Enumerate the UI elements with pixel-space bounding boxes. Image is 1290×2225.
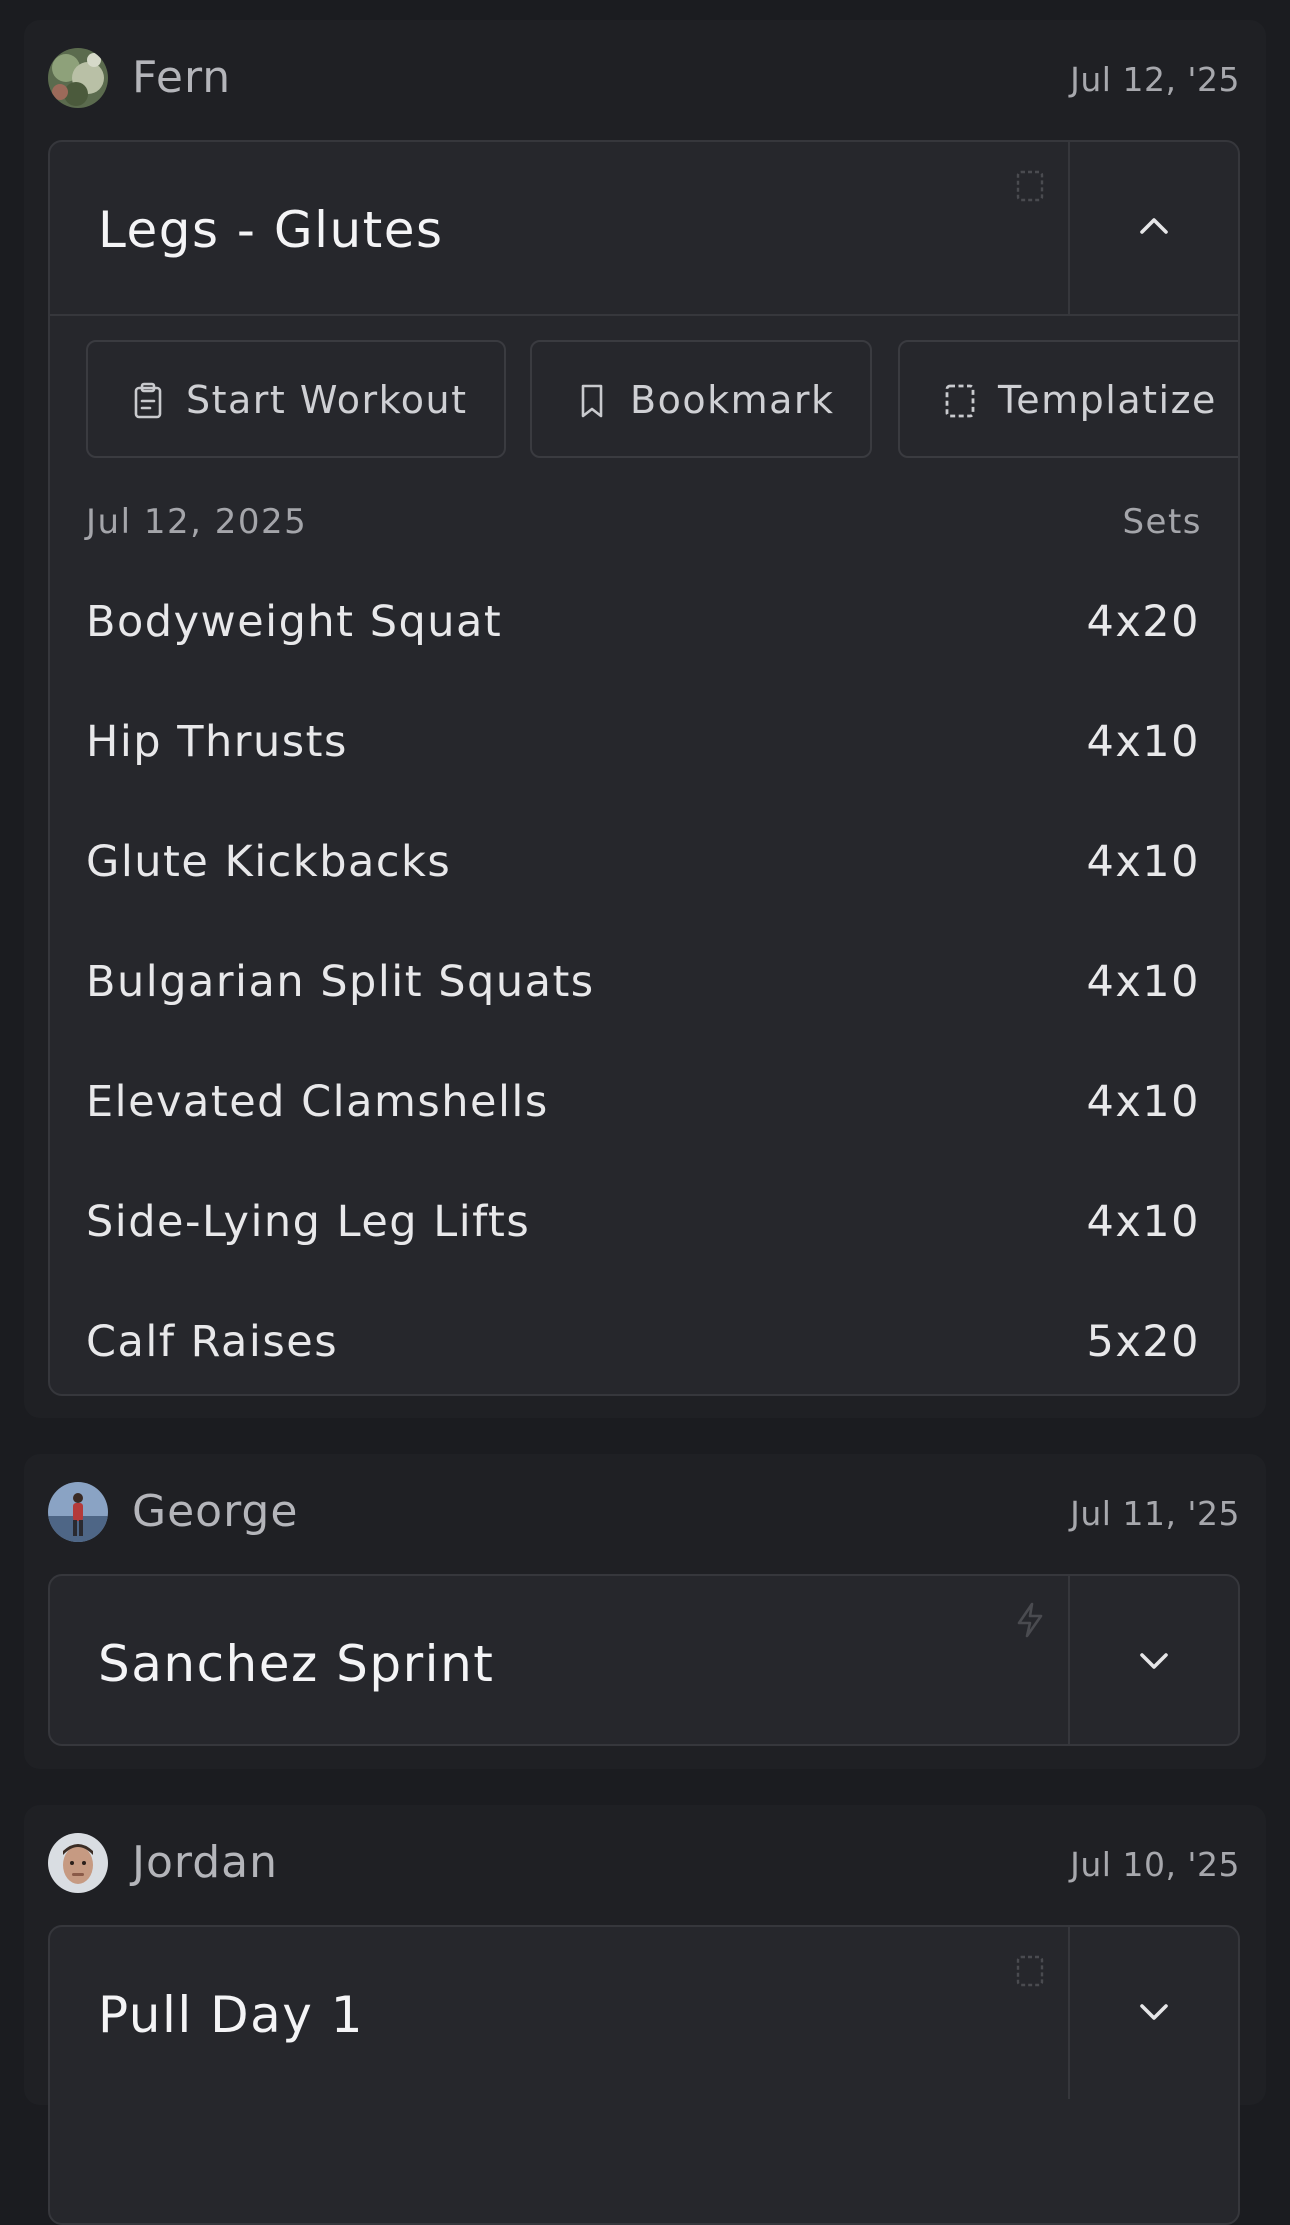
exercise-sets: 4x20 bbox=[1086, 597, 1200, 647]
exercise-sets: 5x20 bbox=[1086, 1317, 1200, 1367]
exercise-sets: 4x10 bbox=[1086, 1077, 1200, 1127]
exercise-name: Side-Lying Leg Lifts bbox=[86, 1197, 531, 1247]
exercise-name: Calf Raises bbox=[86, 1317, 339, 1367]
workout-card-header[interactable]: Sanchez Sprint bbox=[50, 1576, 1238, 1744]
post-header: Jordan Jul 10, '25 bbox=[48, 1833, 1242, 1895]
templatize-button[interactable]: Templatize bbox=[898, 340, 1238, 458]
exercise-name: Hip Thrusts bbox=[86, 717, 348, 767]
workout-card: Legs - Glutes Start Workout Bookmark Tem… bbox=[48, 140, 1240, 1396]
feed-post: George Jul 11, '25 Sanchez Sprint bbox=[24, 1454, 1266, 1769]
chevron-up-icon bbox=[1132, 204, 1176, 252]
activity-feed: Fern Jul 12, '25 Legs - Glutes Start Wor… bbox=[0, 0, 1290, 2225]
start-workout-label: Start Workout bbox=[186, 378, 468, 422]
template-icon bbox=[1010, 166, 1050, 206]
avatar[interactable] bbox=[48, 48, 108, 108]
user-name[interactable]: Fern bbox=[132, 54, 231, 102]
template-icon bbox=[1010, 1951, 1050, 1991]
workout-title: Legs - Glutes bbox=[98, 201, 444, 259]
workout-card-header[interactable]: Pull Day 1 bbox=[50, 1927, 1238, 2099]
exercise-name: Elevated Clamshells bbox=[86, 1077, 549, 1127]
exercise-row[interactable]: Bulgarian Split Squats 4x10 bbox=[86, 954, 1200, 1018]
post-date: Jul 12, '25 bbox=[1070, 60, 1240, 99]
exercise-list-header: Jul 12, 2025 Sets bbox=[86, 502, 1202, 546]
exercise-row[interactable]: Side-Lying Leg Lifts 4x10 bbox=[86, 1194, 1200, 1258]
workout-card: Sanchez Sprint bbox=[48, 1574, 1240, 1746]
clipboard-icon bbox=[128, 381, 168, 421]
exercise-row[interactable]: Bodyweight Squat 4x20 bbox=[86, 594, 1200, 658]
post-header: George Jul 11, '25 bbox=[48, 1482, 1242, 1544]
post-date: Jul 11, '25 bbox=[1070, 1494, 1240, 1533]
feed-post: Jordan Jul 10, '25 Pull Day 1 bbox=[24, 1805, 1266, 2225]
workout-title: Sanchez Sprint bbox=[98, 1635, 495, 1693]
exercise-sets: 4x10 bbox=[1086, 1197, 1200, 1247]
expand-button[interactable] bbox=[1068, 1576, 1238, 1744]
exercise-row[interactable]: Glute Kickbacks 4x10 bbox=[86, 834, 1200, 898]
template-icon bbox=[940, 381, 980, 421]
feed-post: Fern Jul 12, '25 Legs - Glutes Start Wor… bbox=[24, 20, 1266, 1418]
chevron-down-icon bbox=[1132, 1989, 1176, 2037]
bookmark-icon bbox=[572, 381, 612, 421]
workout-title: Pull Day 1 bbox=[98, 1986, 365, 2044]
exercise-row[interactable]: Calf Raises 5x20 bbox=[86, 1314, 1200, 1378]
collapse-button[interactable] bbox=[1068, 142, 1238, 314]
post-date: Jul 10, '25 bbox=[1070, 1845, 1240, 1884]
workout-card: Pull Day 1 bbox=[48, 1925, 1240, 2225]
post-header: Fern Jul 12, '25 bbox=[48, 48, 1242, 110]
workout-actions: Start Workout Bookmark Templatize bbox=[86, 340, 1238, 460]
exercise-sets: 4x10 bbox=[1086, 717, 1200, 767]
exercise-sets: 4x10 bbox=[1086, 957, 1200, 1007]
user-name[interactable]: George bbox=[132, 1488, 298, 1536]
expand-button[interactable] bbox=[1068, 1927, 1238, 2099]
avatar[interactable] bbox=[48, 1482, 108, 1542]
exercise-sets: 4x10 bbox=[1086, 837, 1200, 887]
lightning-icon bbox=[1010, 1600, 1050, 1640]
exercise-row[interactable]: Elevated Clamshells 4x10 bbox=[86, 1074, 1200, 1138]
exercise-name: Bodyweight Squat bbox=[86, 597, 503, 647]
start-workout-button[interactable]: Start Workout bbox=[86, 340, 506, 458]
bookmark-label: Bookmark bbox=[630, 378, 835, 422]
exercise-name: Glute Kickbacks bbox=[86, 837, 452, 887]
workout-date: Jul 12, 2025 bbox=[86, 502, 308, 542]
workout-card-header[interactable]: Legs - Glutes bbox=[50, 142, 1238, 316]
bookmark-button[interactable]: Bookmark bbox=[530, 340, 872, 458]
user-name[interactable]: Jordan bbox=[132, 1839, 278, 1887]
avatar[interactable] bbox=[48, 1833, 108, 1893]
chevron-down-icon bbox=[1132, 1638, 1176, 1686]
exercise-row[interactable]: Hip Thrusts 4x10 bbox=[86, 714, 1200, 778]
templatize-label: Templatize bbox=[998, 378, 1217, 422]
sets-column-header: Sets bbox=[1122, 502, 1202, 542]
exercise-name: Bulgarian Split Squats bbox=[86, 957, 595, 1007]
